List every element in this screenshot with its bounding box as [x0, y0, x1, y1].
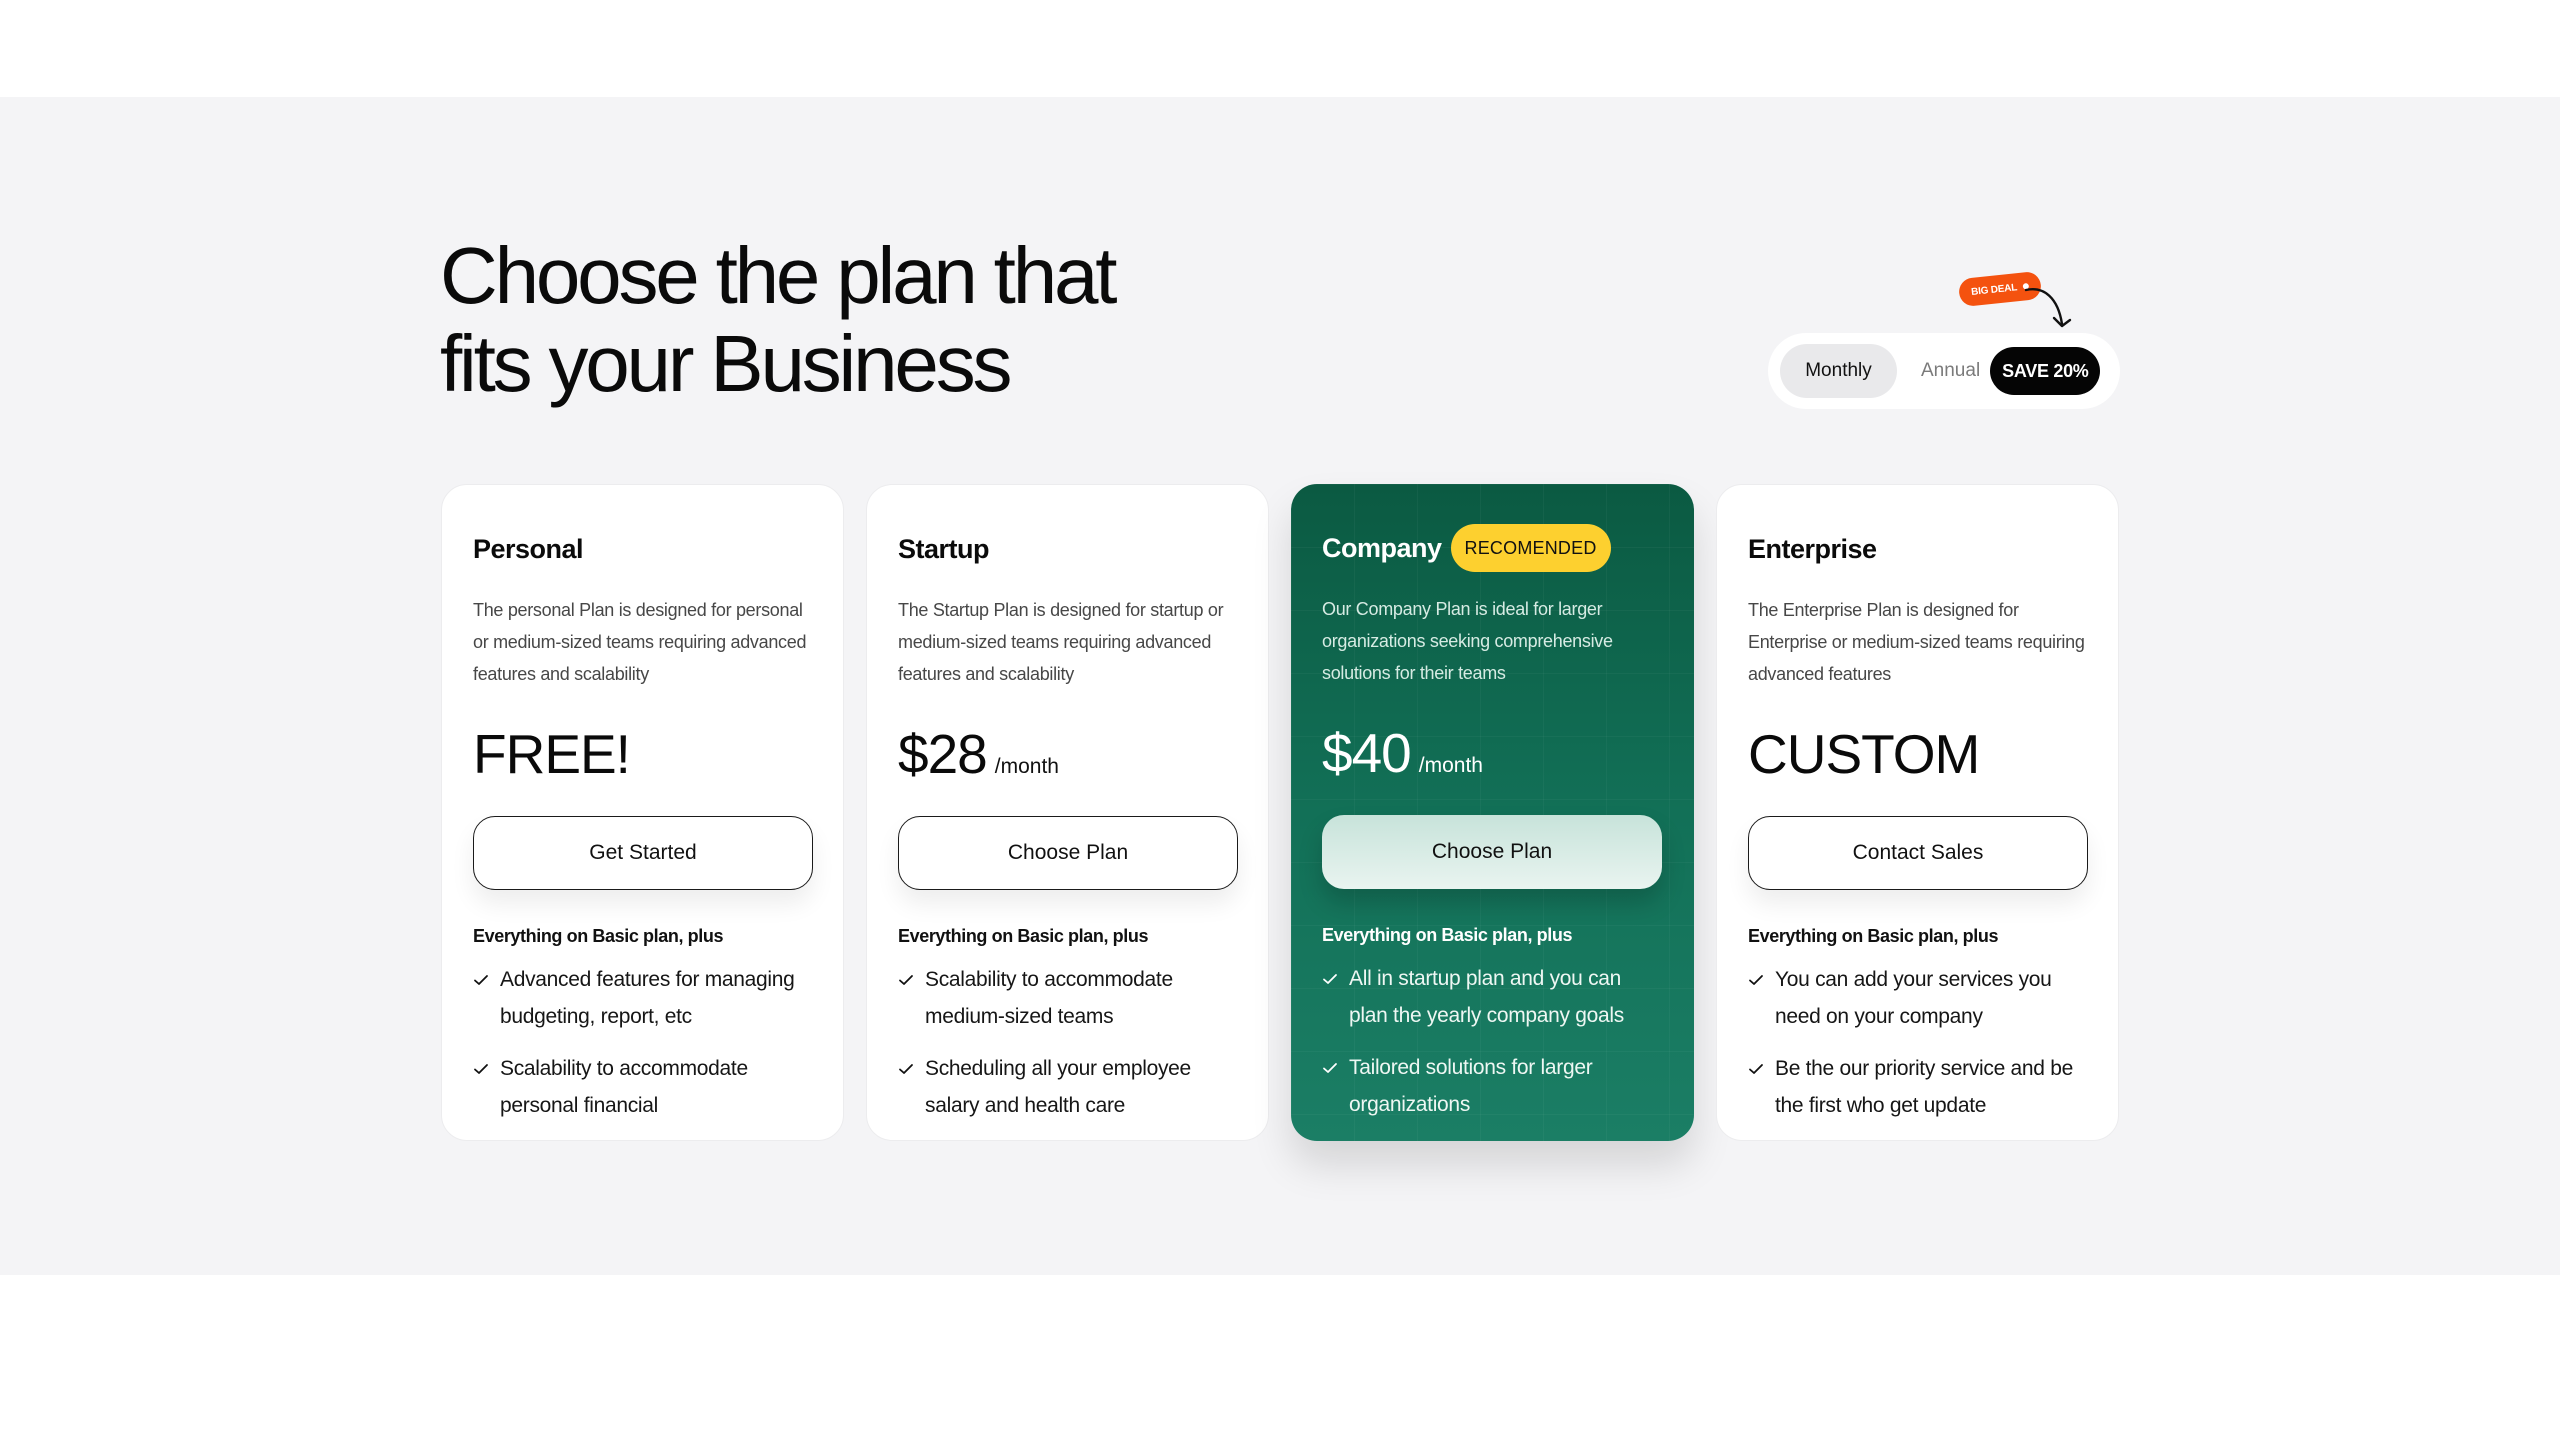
curved-arrow-icon	[2024, 288, 2072, 328]
feature-item: Be the our priority service and be the f…	[1748, 1050, 2087, 1124]
feature-list: Advanced features for managing budgeting…	[473, 961, 812, 1124]
plan-price-row: $28 /month	[898, 722, 1237, 785]
billing-option-monthly[interactable]: Monthly	[1780, 344, 1897, 398]
plan-period: /month	[1418, 754, 1483, 777]
feature-text: Tailored solutions for larger organizati…	[1349, 1056, 1593, 1116]
billing-option-annual[interactable]: Annual	[1921, 360, 1980, 382]
check-icon	[898, 961, 925, 1035]
plan-price: $28	[898, 723, 988, 785]
feature-text: You can add your services you need on yo…	[1775, 968, 2052, 1028]
get-started-button[interactable]: Get Started	[473, 816, 813, 890]
feature-text: Advanced features for managing budgeting…	[500, 968, 795, 1028]
save-badge: SAVE 20%	[1990, 347, 2101, 395]
check-icon	[1322, 1049, 1349, 1123]
plan-price: FREE!	[473, 723, 631, 785]
plan-name: Enterprise	[1748, 533, 1877, 564]
check-icon	[473, 1050, 500, 1124]
plan-price: CUSTOM	[1748, 723, 1980, 785]
plan-name: Startup	[898, 533, 990, 564]
plan-price-row: CUSTOM	[1748, 722, 2087, 785]
page-title: Choose the plan that fits your Business	[440, 231, 1118, 408]
pricing-section-background	[0, 97, 2560, 1275]
plan-title-row: Personal	[473, 525, 812, 573]
contact-sales-button[interactable]: Contact Sales	[1748, 816, 2088, 890]
check-icon	[473, 961, 500, 1035]
feature-item: Advanced features for managing budgeting…	[473, 961, 812, 1035]
check-icon	[898, 1050, 925, 1124]
plan-card-startup: Startup The Startup Plan is designed for…	[866, 484, 1269, 1141]
feature-item: Tailored solutions for larger organizati…	[1322, 1049, 1663, 1123]
billing-option-monthly-label: Monthly	[1805, 360, 1872, 381]
plan-price: $40	[1322, 722, 1412, 784]
plan-price-row: $40 /month	[1322, 721, 1663, 784]
plan-description: The Enterprise Plan is designed for Ente…	[1748, 600, 2085, 684]
plan-title-row: Startup	[898, 525, 1237, 573]
plan-period: /month	[994, 755, 1059, 778]
page-title-line-2: fits your Business	[440, 319, 1013, 408]
plan-card-enterprise: Enterprise The Enterprise Plan is design…	[1716, 484, 2119, 1141]
plan-price-row: FREE!	[473, 722, 812, 785]
feature-text: Scalability to accommodate medium-sized …	[925, 968, 1173, 1028]
feature-list: All in startup plan and you can plan the…	[1322, 960, 1663, 1123]
feature-item: Scalability to accommodate personal fina…	[473, 1050, 812, 1124]
feature-item: All in startup plan and you can plan the…	[1322, 960, 1663, 1034]
plan-includes-heading: Everything on Basic plan, plus	[898, 926, 1149, 946]
choose-plan-button[interactable]: Choose Plan	[898, 816, 1238, 890]
check-icon	[1748, 1050, 1775, 1124]
plan-description: The Startup Plan is designed for startup…	[898, 600, 1224, 684]
choose-plan-button[interactable]: Choose Plan	[1322, 815, 1662, 889]
plan-card-personal: Personal The personal Plan is designed f…	[441, 484, 844, 1141]
feature-text: All in startup plan and you can plan the…	[1349, 967, 1624, 1027]
plan-description: Our Company Plan is ideal for larger org…	[1322, 599, 1613, 683]
feature-list: Scalability to accommodate medium-sized …	[898, 961, 1237, 1124]
plan-description: The personal Plan is designed for person…	[473, 600, 807, 684]
plan-card-company: Company RECOMENDED Our Company Plan is i…	[1291, 484, 1694, 1141]
feature-item: Scalability to accommodate medium-sized …	[898, 961, 1237, 1035]
feature-text: Scalability to accommodate personal fina…	[500, 1057, 748, 1117]
plan-title-row: Enterprise	[1748, 525, 2087, 573]
plan-name: Company	[1322, 532, 1442, 563]
feature-item: You can add your services you need on yo…	[1748, 961, 2087, 1035]
feature-text: Be the our priority service and be the f…	[1775, 1057, 2073, 1117]
plan-includes-heading: Everything on Basic plan, plus	[1748, 926, 1999, 946]
plan-includes-heading: Everything on Basic plan, plus	[1322, 925, 1573, 945]
plan-includes-heading: Everything on Basic plan, plus	[473, 926, 724, 946]
big-deal-label: BIG DEAL	[1970, 281, 2018, 298]
plan-title-row: Company RECOMENDED	[1322, 524, 1663, 572]
check-icon	[1322, 960, 1349, 1034]
page-title-line-1: Choose the plan that	[440, 231, 1118, 320]
plan-name: Personal	[473, 533, 584, 564]
billing-toggle: Monthly Annual SAVE 20%	[1768, 333, 2120, 409]
feature-item: Scheduling all your employee salary and …	[898, 1050, 1237, 1124]
feature-text: Scheduling all your employee salary and …	[925, 1057, 1191, 1117]
recommended-badge: RECOMENDED	[1450, 524, 1611, 572]
feature-list: You can add your services you need on yo…	[1748, 961, 2087, 1124]
check-icon	[1748, 961, 1775, 1035]
